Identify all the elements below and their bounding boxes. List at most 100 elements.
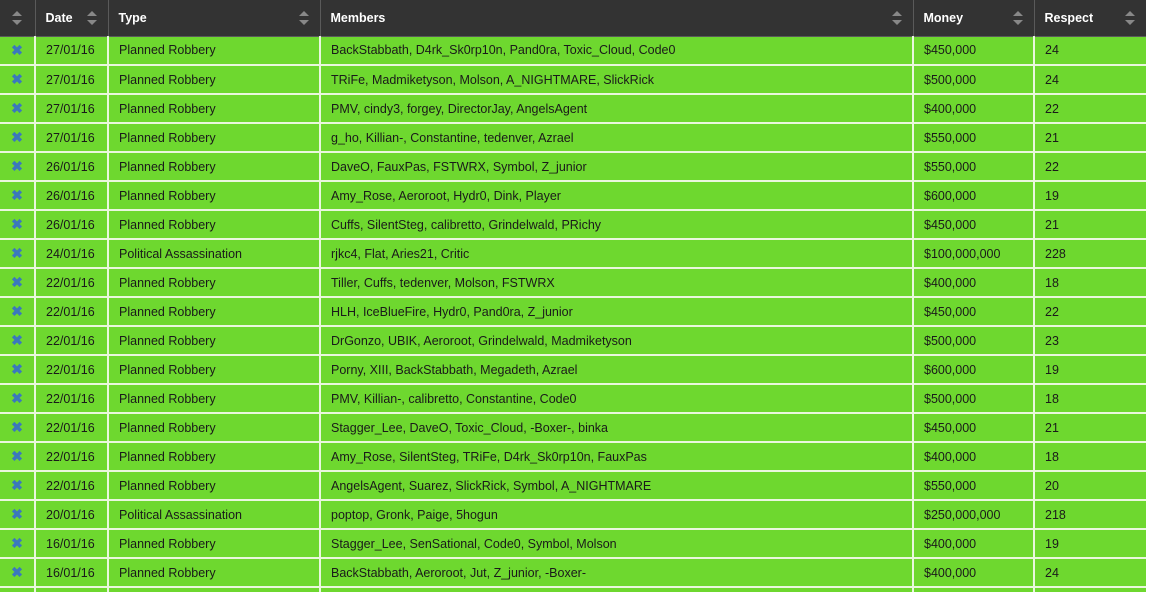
remove-cell[interactable]: ✖ [0, 384, 36, 414]
remove-cell[interactable]: ✖ [0, 210, 36, 240]
type-cell: Planned Robbery [108, 94, 321, 124]
members-cell: BackStabbath, Aeroroot, Jut, Z_junior, -… [320, 558, 914, 588]
remove-icon[interactable]: ✖ [11, 536, 23, 550]
type-cell: Planned Robbery [108, 355, 321, 385]
remove-cell[interactable]: ✖ [0, 123, 36, 153]
money-cell: $400,000 [913, 442, 1035, 472]
table-row: ✖ 22/01/16 Planned Robbery HLH, IceBlueFire… [0, 297, 1146, 327]
table-row: ✖ 26/01/16 Planned Robbery DaveO, FauxPas, … [0, 152, 1146, 182]
remove-icon[interactable]: ✖ [11, 478, 23, 492]
remove-cell[interactable]: ✖ [0, 326, 36, 356]
column-header-date[interactable]: Date [35, 0, 109, 37]
remove-cell[interactable]: ✖ [0, 529, 36, 559]
remove-icon[interactable]: ✖ [11, 130, 23, 144]
crime-log-table: Date Type Members Money Respect ✖ 27/01/… [0, 0, 1146, 592]
members-cell: DrGonzo, UBIK, Aeroroot, Grindelwald, Ma… [320, 326, 914, 356]
remove-icon[interactable]: ✖ [11, 565, 23, 579]
money-cell: $450,000 [913, 413, 1035, 443]
remove-icon[interactable]: ✖ [11, 217, 23, 231]
remove-cell[interactable]: ✖ [0, 239, 36, 269]
remove-icon[interactable]: ✖ [11, 101, 23, 115]
respect-cell: 23 [1034, 326, 1146, 356]
money-cell: $600,000 [913, 181, 1035, 211]
column-header-members[interactable]: Members [320, 0, 914, 37]
column-header-type[interactable]: Type [108, 0, 321, 37]
members-cell: g_ho, Killian-, Constantine, tedenver, A… [320, 123, 914, 153]
respect-cell [1034, 587, 1146, 592]
table-header-row: Date Type Members Money Respect [0, 0, 1146, 37]
remove-icon[interactable]: ✖ [11, 188, 23, 202]
column-header-money[interactable]: Money [913, 0, 1035, 37]
table-row: ✖ 24/01/16 Political Assassination rjkc4, F… [0, 239, 1146, 269]
remove-cell[interactable]: ✖ [0, 413, 36, 443]
type-cell: Planned Robbery [108, 529, 321, 559]
money-cell: $550,000 [913, 152, 1035, 182]
respect-cell: 24 [1034, 36, 1146, 66]
money-cell: $400,000 [913, 94, 1035, 124]
table-body: ✖ 27/01/16 Planned Robbery BackStabbath, D4… [0, 36, 1146, 592]
table-row: ✖ 16/01/16 Planned Robbery BackStabbath, Ae… [0, 558, 1146, 588]
remove-cell[interactable]: ✖ [0, 355, 36, 385]
remove-icon[interactable]: ✖ [11, 72, 23, 86]
remove-cell[interactable]: ✖ [0, 181, 36, 211]
date-cell: 16/01/16 [35, 558, 109, 588]
table-row: ✖ 20/01/16 Political Assassination poptop, … [0, 500, 1146, 530]
sort-icon-respect[interactable] [1125, 10, 1136, 26]
type-cell: Planned Robbery [108, 384, 321, 414]
remove-icon[interactable]: ✖ [11, 362, 23, 376]
money-cell: $250,000,000 [913, 500, 1035, 530]
column-header-type-label: Type [118, 10, 147, 25]
sort-icon-money[interactable] [1012, 10, 1024, 26]
money-cell: $100,000,000 [913, 239, 1035, 269]
sort-icon-type[interactable] [298, 10, 310, 26]
respect-cell: 19 [1034, 355, 1146, 385]
remove-icon[interactable]: ✖ [11, 43, 23, 57]
sort-icon-remove[interactable] [11, 10, 23, 26]
table-row: ✖ 22/01/16 Planned Robbery PMV, Killian-, c… [0, 384, 1146, 414]
date-cell: 26/01/16 [35, 181, 109, 211]
remove-icon[interactable]: ✖ [11, 304, 23, 318]
table-row: ✖ 22/01/16 Planned Robbery Amy_Rose, Silent… [0, 442, 1146, 472]
column-header-remove[interactable] [0, 0, 36, 37]
respect-cell: 21 [1034, 123, 1146, 153]
remove-cell[interactable]: ✖ [0, 297, 36, 327]
remove-icon[interactable]: ✖ [11, 449, 23, 463]
remove-cell[interactable] [0, 587, 36, 592]
remove-cell[interactable]: ✖ [0, 442, 36, 472]
remove-cell[interactable]: ✖ [0, 471, 36, 501]
remove-cell[interactable]: ✖ [0, 268, 36, 298]
remove-icon[interactable]: ✖ [11, 507, 23, 521]
remove-cell[interactable]: ✖ [0, 36, 36, 66]
members-cell: rjkc4, Flat, Aries21, Critic [320, 239, 914, 269]
remove-icon[interactable]: ✖ [11, 159, 23, 173]
remove-icon[interactable]: ✖ [11, 246, 23, 260]
remove-icon[interactable]: ✖ [11, 333, 23, 347]
money-cell: $500,000 [913, 326, 1035, 356]
remove-cell[interactable]: ✖ [0, 152, 36, 182]
sort-icon-date[interactable] [86, 10, 98, 26]
members-cell: PMV, Killian-, calibretto, Constantine, … [320, 384, 914, 414]
column-header-respect[interactable]: Respect [1034, 0, 1146, 37]
column-header-respect-label: Respect [1044, 10, 1094, 25]
table-row: ✖ 22/01/16 Planned Robbery Porny, XIII, Bac… [0, 355, 1146, 385]
remove-cell[interactable]: ✖ [0, 558, 36, 588]
remove-icon[interactable]: ✖ [11, 420, 23, 434]
date-cell [35, 587, 109, 592]
respect-cell: 228 [1034, 239, 1146, 269]
sort-icon-members[interactable] [891, 10, 903, 26]
members-cell: TRiFe, Madmiketyson, Molson, A_NIGHTMARE… [320, 65, 914, 95]
table-row: ✖ 26/01/16 Planned Robbery Cuffs, SilentSte… [0, 210, 1146, 240]
remove-cell[interactable]: ✖ [0, 94, 36, 124]
date-cell: 24/01/16 [35, 239, 109, 269]
remove-cell[interactable]: ✖ [0, 65, 36, 95]
members-cell: Stagger_Lee, DaveO, Toxic_Cloud, -Boxer-… [320, 413, 914, 443]
type-cell [108, 587, 321, 592]
money-cell: $400,000 [913, 268, 1035, 298]
remove-icon[interactable]: ✖ [11, 391, 23, 405]
table-row: ✖ 27/01/16 Planned Robbery PMV, cindy3, for… [0, 94, 1146, 124]
remove-icon[interactable]: ✖ [11, 275, 23, 289]
date-cell: 22/01/16 [35, 471, 109, 501]
type-cell: Planned Robbery [108, 558, 321, 588]
table-row [0, 587, 1146, 592]
remove-cell[interactable]: ✖ [0, 500, 36, 530]
